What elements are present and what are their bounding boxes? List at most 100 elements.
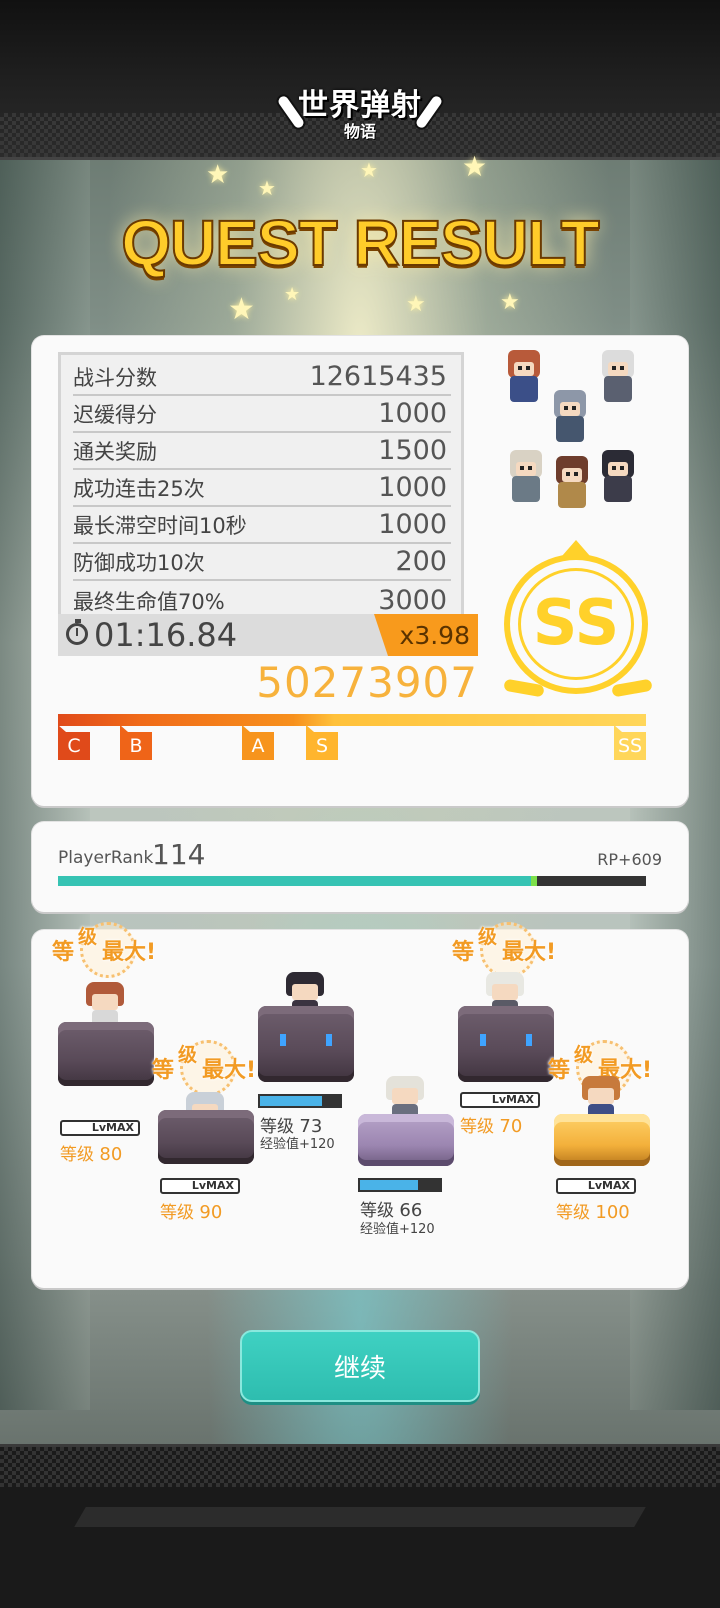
player-rank-label: PlayerRank	[58, 848, 154, 868]
score-row: 战斗分数 12615435	[73, 359, 451, 396]
score-value: 1000	[378, 472, 447, 503]
score-label: 通关奖励	[73, 440, 157, 464]
star-icon: ★	[462, 150, 488, 183]
quest-result-title: QUEST RESULT	[120, 206, 601, 280]
score-label: 迟缓得分	[73, 403, 157, 427]
character-level: 等级 100	[556, 1202, 630, 1223]
star-icon: ★	[284, 284, 301, 305]
star-icon: ★	[500, 290, 520, 315]
score-value: 200	[395, 546, 447, 577]
score-row: 通关奖励 1500	[73, 433, 451, 470]
party-member-sprite	[500, 446, 552, 506]
character-unit[interactable]: 等级 73 经验值+120	[252, 930, 362, 1170]
star-icon: ★	[360, 158, 378, 182]
rank-progress-track	[58, 714, 646, 726]
pedestal	[554, 1114, 650, 1166]
character-unit[interactable]: 等级最大! LvMAX 等级 90	[152, 930, 262, 1250]
exp-progress-bar	[258, 1094, 342, 1108]
exp-progress-bar	[358, 1178, 442, 1192]
rank-marker-s: S	[306, 725, 338, 760]
character-unit[interactable]: 等级最大! LvMAX 等级 100	[548, 930, 658, 1250]
rank-marker-a: A	[242, 725, 274, 760]
score-multiplier: x3.98	[374, 614, 478, 656]
pedestal-gem-icon	[326, 1034, 332, 1046]
score-value: 1000	[378, 398, 447, 429]
clear-time-bar: 01:16.84	[58, 614, 388, 656]
score-label: 战斗分数	[73, 366, 157, 390]
pedestal	[158, 1110, 254, 1164]
rank-points-gained: RP+609	[597, 850, 662, 869]
level-max-tag: LvMAX	[460, 1092, 540, 1108]
score-value: 12615435	[309, 361, 447, 392]
exp-progress-fill	[360, 1180, 418, 1190]
rank-emblem: SS	[503, 540, 653, 700]
level-max-badge: 等级最大!	[152, 1038, 262, 1098]
player-rank-value: 114	[152, 838, 206, 871]
pedestal-gem-icon	[526, 1034, 532, 1046]
score-row: 最终生命值70% 3000	[73, 581, 451, 618]
player-rank-progress-fill	[58, 876, 535, 886]
player-rank-gain-marker	[531, 876, 538, 886]
pedestal	[258, 1006, 354, 1082]
character-level: 等级 70	[460, 1116, 523, 1137]
stopwatch-icon	[66, 619, 88, 645]
score-label: 最长滞空时间10秒	[73, 514, 247, 538]
level-max-badge: 等级最大!	[452, 920, 562, 980]
character-unit[interactable]: 等级最大! LvMAX 等级 70	[452, 922, 562, 1170]
footer-stripe	[74, 1507, 646, 1527]
party-member-sprite	[592, 346, 644, 406]
score-breakdown-table: 战斗分数 12615435 迟缓得分 1000 通关奖励 1500 成功连击25…	[58, 352, 464, 618]
player-rank-panel: PlayerRank 114 RP+609	[32, 822, 688, 912]
pedestal	[58, 1022, 154, 1086]
level-max-tag: LvMAX	[556, 1178, 636, 1194]
star-icon: ★	[228, 292, 255, 327]
party-member-sprite	[546, 452, 598, 512]
exp-progress-fill	[260, 1096, 323, 1106]
pedestal-gem-icon	[480, 1034, 486, 1046]
rank-progress-fill	[58, 714, 646, 726]
score-value: 1500	[378, 435, 447, 466]
rank-marker-b: B	[120, 725, 152, 760]
footer-checker-pattern	[0, 1447, 720, 1487]
pedestal	[458, 1006, 554, 1082]
continue-button[interactable]: 继续	[240, 1330, 480, 1402]
score-label: 成功连击25次	[73, 477, 205, 501]
character-level: 等级 90	[160, 1202, 223, 1223]
level-max-tag: LvMAX	[160, 1178, 240, 1194]
score-value: 1000	[378, 509, 447, 540]
exp-gained: 经验值+120	[260, 1137, 335, 1152]
bottom-footer-band	[0, 1444, 720, 1608]
score-value: 3000	[378, 585, 447, 616]
emblem-flipper-right-icon	[611, 678, 653, 698]
total-score: 50273907	[256, 658, 478, 707]
clear-time: 01:16.84	[94, 616, 238, 654]
level-max-tag: LvMAX	[60, 1120, 140, 1136]
pedestal-gem-icon	[280, 1034, 286, 1046]
party-member-sprite	[544, 386, 596, 446]
characters-panel: 等级最大! LvMAX 等级 80 等级最大! LvMAX 等级 90 等级 7…	[32, 922, 688, 1288]
exp-gained: 经验值+120	[360, 1222, 435, 1237]
result-panel: 战斗分数 12615435 迟缓得分 1000 通关奖励 1500 成功连击25…	[32, 336, 688, 806]
rank-marker-ss: SS	[614, 725, 646, 760]
rank-marker-c: C	[58, 725, 90, 760]
score-label: 最终生命值70%	[73, 590, 225, 614]
score-row: 最长滞空时间10秒 1000	[73, 507, 451, 544]
score-row: 成功连击25次 1000	[73, 470, 451, 507]
rank-grade: SS	[532, 586, 620, 659]
score-label: 防御成功10次	[73, 551, 205, 575]
score-row: 防御成功10次 200	[73, 544, 451, 581]
star-icon: ★	[258, 176, 276, 200]
character-level: 等级 80	[60, 1144, 123, 1165]
star-icon: ★	[206, 160, 230, 190]
character-unit[interactable]: 等级 66 经验值+120	[352, 930, 462, 1250]
party-member-sprite	[498, 346, 550, 406]
party-member-sprite	[592, 446, 644, 506]
character-unit[interactable]: 等级最大! LvMAX 等级 80	[52, 922, 162, 1165]
level-max-badge: 等级最大!	[52, 920, 162, 980]
score-row: 迟缓得分 1000	[73, 396, 451, 433]
pedestal	[358, 1114, 454, 1166]
star-icon: ★	[406, 292, 426, 317]
game-logo: 世界弹射 物语	[273, 80, 447, 144]
player-rank-progress-track	[58, 876, 646, 886]
top-header-band: 世界弹射 物语	[0, 0, 720, 160]
